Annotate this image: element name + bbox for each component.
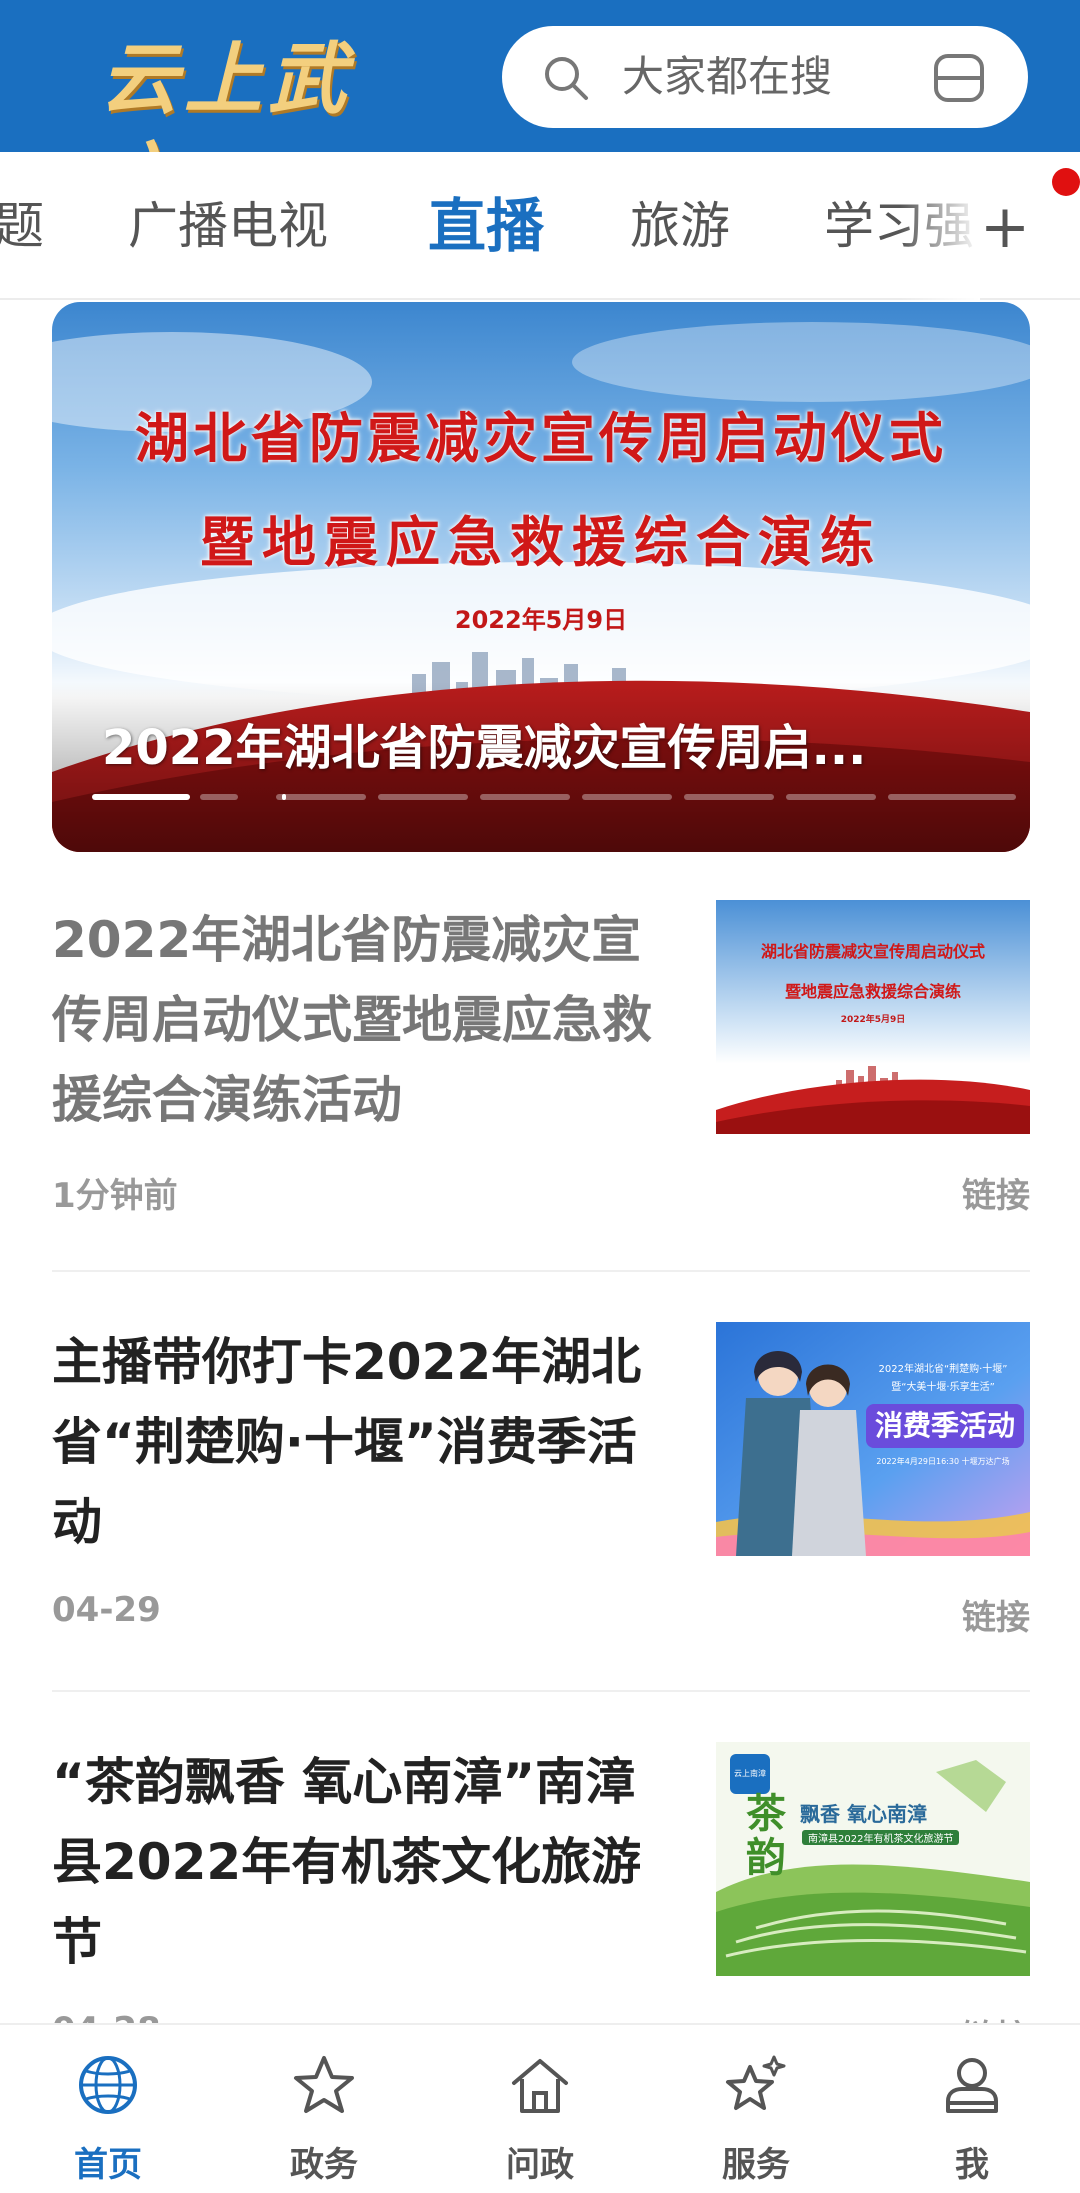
tab-broadcast-tv[interactable]: 广播电视 (128, 152, 328, 300)
star-icon (294, 2056, 354, 2113)
nav-services[interactable]: 服务 (648, 2025, 864, 2193)
divider (52, 1690, 1030, 1692)
tab-travel[interactable]: 旅游 (630, 152, 730, 300)
top-header: 云上武穴 大家都在搜 (0, 0, 1080, 225)
sparkle-star-icon (726, 2055, 786, 2110)
carousel-dot[interactable] (786, 794, 876, 800)
thumbnail-text: 湖北省防震减灾宣传周启动仪式 (760, 942, 985, 961)
thumbnail-slogan: 飘香 氧心南漳 (800, 1802, 927, 1826)
nav-label: 政务 (290, 2145, 358, 2185)
news-title[interactable]: 主播带你打卡2022年湖北省“荆楚购·十堰”消费季活动 (52, 1322, 672, 1562)
carousel-dot[interactable] (480, 794, 570, 800)
news-item-consumer-season[interactable]: 主播带你打卡2022年湖北省“荆楚购·十堰”消费季活动 2022年湖北省“荆楚购… (52, 1322, 1030, 1652)
carousel-dot[interactable] (276, 794, 366, 800)
thumbnail-badge: 云上南漳 (730, 1754, 770, 1794)
search-bar[interactable]: 大家都在搜 (502, 26, 1028, 128)
tab-special-topic[interactable]: 题 (0, 152, 44, 300)
nav-label: 我 (955, 2145, 989, 2185)
nav-label: 问政 (506, 2145, 574, 2185)
nav-government[interactable]: 政务 (216, 2025, 432, 2193)
carousel-dot[interactable] (888, 794, 1016, 800)
thumbnail-date: 2022年4月29日16:30 十堰万达广场 (876, 1457, 1010, 1466)
search-icon (545, 57, 588, 100)
news-time: 1分钟前 (52, 1176, 178, 1216)
thumbnail-headline: 消费季活动 (866, 1404, 1024, 1448)
nav-home[interactable]: 首页 (0, 2025, 216, 2193)
news-title[interactable]: 2022年湖北省防震减灾宣传周启动仪式暨地震应急救援综合演练活动 (52, 900, 672, 1140)
news-link-tag: 链接 (962, 1598, 1030, 1638)
home-icon (512, 2059, 568, 2113)
tab-live[interactable]: 直播 (428, 152, 544, 300)
app-logo: 云上武穴 (100, 34, 353, 225)
banner-caption: 2022年湖北省防震减灾宣传周启... (102, 720, 867, 776)
nav-inquiry[interactable]: 问政 (432, 2025, 648, 2193)
nav-me[interactable]: 我 (864, 2025, 1080, 2193)
carousel-dot[interactable] (378, 794, 468, 800)
banner-carousel[interactable]: 湖北省防震减灾宣传周启动仪式 暨地震应急救援综合演练 2022年5月9日 202… (52, 302, 1030, 852)
channel-tabs: 题 广播电视 直播 旅游 学习强 + (0, 152, 1080, 300)
globe-icon (79, 2056, 137, 2114)
thumbnail-subtitle: 南漳县2022年有机茶文化旅游节 (802, 1830, 960, 1845)
news-title[interactable]: “茶韵飘香 氧心南漳”南漳县2022年有机茶文化旅游节 (52, 1742, 672, 1982)
user-icon (946, 2058, 998, 2113)
scan-icon[interactable] (932, 52, 986, 104)
tab-fade (900, 152, 980, 300)
thumbnail-text: 暨地震应急救援综合演练 (784, 982, 961, 1001)
thumbnail-date: 2022年5月9日 (840, 1015, 906, 1025)
news-thumbnail[interactable]: 2022年湖北省“荆楚购·十堰” 暨“大美十堰·乐享生活” 消费季活动 2022… (716, 1322, 1030, 1556)
bottom-navigation: 首页 政务 问政 服务 我 (0, 2023, 1080, 2193)
nav-label: 首页 (74, 2145, 142, 2185)
carousel-dot[interactable] (92, 794, 190, 800)
carousel-dot[interactable] (200, 794, 238, 800)
thumbnail-brush-text: 茶韵 (746, 1790, 786, 1881)
app-screen: 云上武穴 大家都在搜 题 广播电视 直播 旅游 学习强 + (0, 0, 1080, 2193)
carousel-dot-marker (282, 794, 286, 800)
add-channel-button[interactable]: + (970, 192, 1040, 262)
search-placeholder: 大家都在搜 (622, 52, 833, 101)
carousel-dot[interactable] (684, 794, 774, 800)
news-item-earthquake-drill[interactable]: 2022年湖北省防震减灾宣传周启动仪式暨地震应急救援综合演练活动 湖北省防震减灾… (52, 900, 1030, 1230)
banner-headline-1: 湖北省防震减灾宣传周启动仪式 (135, 406, 947, 470)
nav-label: 服务 (722, 2145, 790, 2185)
banner-headline-2: 暨地震应急救援综合演练 (200, 510, 882, 574)
banner-date: 2022年5月9日 (454, 606, 628, 634)
news-time: 04-29 (52, 1590, 161, 1630)
carousel-dot[interactable] (582, 794, 672, 800)
divider (52, 1270, 1030, 1272)
carousel-indicator (92, 794, 1016, 800)
news-thumbnail[interactable]: 湖北省防震减灾宣传周启动仪式 暨地震应急救援综合演练 2022年5月9日 (716, 900, 1030, 1134)
thumbnail-text: 暨“大美十堰·乐享生活” (891, 1382, 995, 1393)
notification-dot (1052, 168, 1080, 196)
thumbnail-text: 2022年湖北省“荆楚购·十堰” (878, 1364, 1008, 1375)
news-thumbnail[interactable]: 云上南漳 茶韵 飘香 氧心南漳 南漳县2022年有机茶文化旅游节 (716, 1742, 1030, 1976)
news-link-tag: 链接 (962, 1176, 1030, 1216)
